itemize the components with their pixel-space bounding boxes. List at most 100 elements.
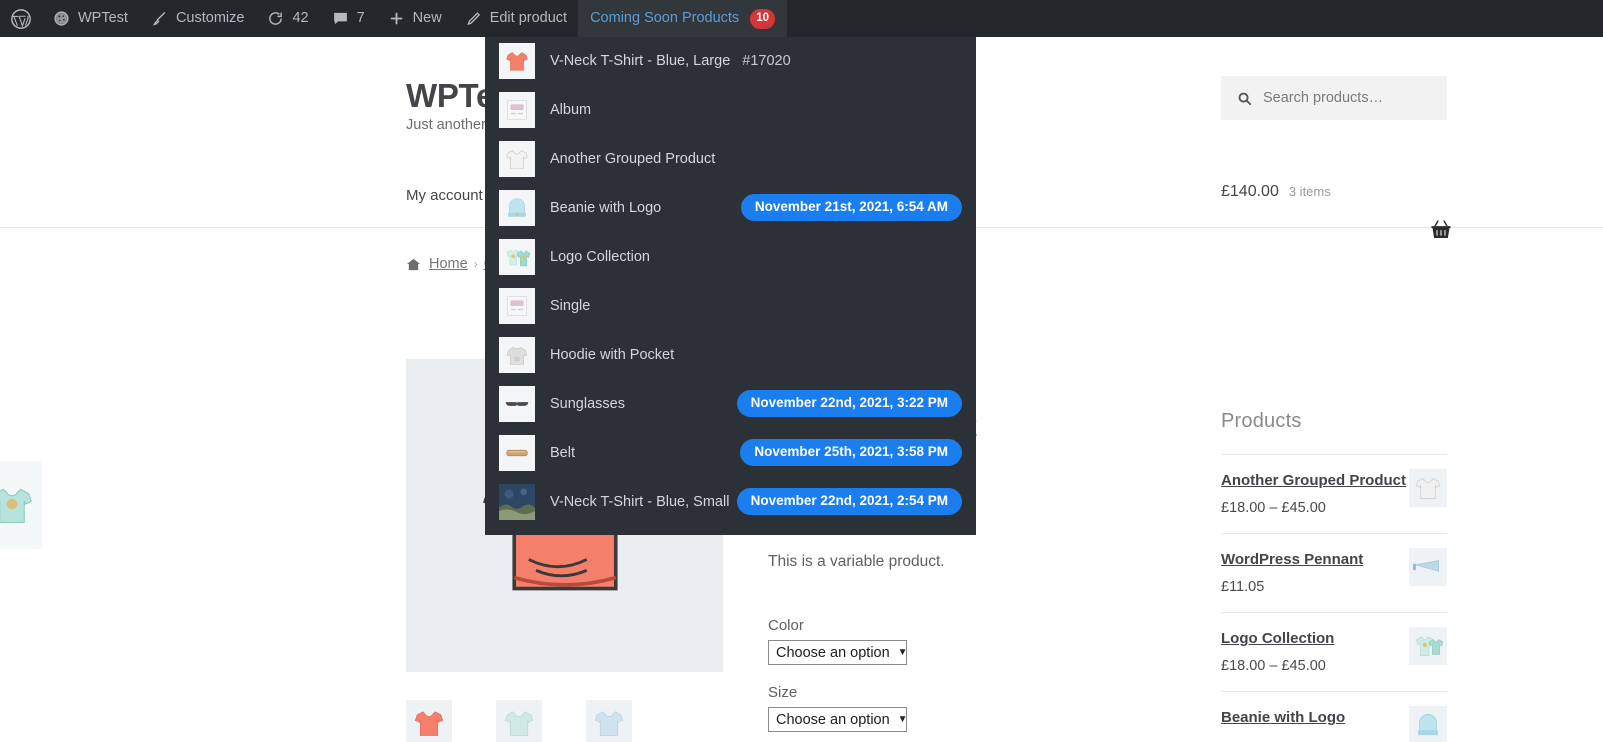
coming-soon-item-date-badge[interactable]: November 25th, 2021, 3:58 PM bbox=[740, 439, 962, 466]
coming-soon-item[interactable]: Single bbox=[485, 281, 976, 330]
variation-select-size[interactable]: Choose an option ▼ bbox=[768, 707, 908, 732]
hoodie-icon bbox=[499, 336, 535, 373]
adminbar-item-site-name[interactable]: WPTest bbox=[41, 0, 139, 37]
belt-icon bbox=[499, 434, 535, 471]
coming-soon-item-date-badge[interactable]: November 22nd, 2021, 3:22 PM bbox=[736, 390, 962, 417]
coming-soon-item[interactable]: Beanie with Logo November 21st, 2021, 6:… bbox=[485, 183, 976, 232]
coming-soon-item[interactable]: V-Neck T-Shirt - Blue, Small #17022 Nove… bbox=[485, 477, 976, 526]
adminbar-edit-product-label: Edit product bbox=[489, 10, 568, 27]
sidebar-product-thumbnail[interactable] bbox=[1409, 548, 1447, 586]
tshirt-mint-icon bbox=[0, 488, 32, 524]
tshirt-blue-icon bbox=[594, 711, 624, 736]
sidebar-products-widget: Products Another Grouped Product £18.00 … bbox=[1221, 410, 1447, 742]
adminbar-comments-count: 7 bbox=[356, 10, 365, 27]
pennant-icon bbox=[1413, 560, 1439, 572]
single-icon bbox=[499, 287, 535, 324]
variation-label-color: Color bbox=[768, 617, 804, 634]
search-input-placeholder: Search products… bbox=[1263, 90, 1384, 106]
nav-my-account[interactable]: My account bbox=[406, 187, 483, 204]
sidebar-product-thumbnail[interactable] bbox=[1409, 627, 1447, 665]
product-gallery-thumbnails bbox=[406, 700, 632, 742]
coming-soon-item-date-badge[interactable]: November 21st, 2021, 6:54 AM bbox=[740, 194, 962, 221]
adminbar-item-edit-product[interactable]: Edit product bbox=[453, 0, 578, 37]
logo-collection-icon bbox=[499, 238, 535, 275]
gallery-thumb-3[interactable] bbox=[586, 700, 632, 742]
coming-soon-products-dropdown: V-Neck T-Shirt - Blue, Large #17020 Albu… bbox=[485, 32, 976, 535]
coming-soon-item[interactable]: Belt November 25th, 2021, 3:58 PM bbox=[485, 428, 976, 477]
coming-soon-item-date-badge[interactable]: November 22nd, 2021, 2:54 PM bbox=[736, 488, 962, 515]
dashboard-icon bbox=[52, 9, 71, 28]
tshirt-mint-icon bbox=[504, 711, 534, 736]
beanie-icon bbox=[1417, 714, 1439, 736]
basket-icon[interactable] bbox=[1430, 220, 1452, 245]
search-products-input[interactable]: Search products… bbox=[1221, 76, 1447, 120]
coming-soon-item-name: Beanie with Logo bbox=[550, 199, 662, 216]
coming-soon-item-name: Belt bbox=[550, 444, 575, 461]
pencil-icon bbox=[464, 9, 483, 28]
breadcrumb-separator: › bbox=[473, 257, 478, 271]
coming-soon-item[interactable]: Logo Collection bbox=[485, 232, 976, 281]
coming-soon-item-name: Single bbox=[550, 297, 591, 314]
coming-soon-item-name: V-Neck T-Shirt - Blue, Small bbox=[550, 493, 730, 510]
coming-soon-item-name: Album bbox=[550, 101, 592, 118]
beanie-icon bbox=[499, 189, 535, 226]
variation-label-size: Size bbox=[768, 684, 798, 701]
adminbar-item-comments[interactable]: 7 bbox=[320, 0, 376, 37]
variation-select-color[interactable]: Choose an option ▼ bbox=[768, 640, 908, 665]
gallery-thumb-1[interactable] bbox=[406, 700, 452, 742]
cart-summary[interactable]: £140.00 3 items bbox=[1221, 183, 1447, 201]
breadcrumb: Home › C bbox=[406, 256, 494, 272]
product-short-description: This is a variable product. bbox=[768, 553, 945, 570]
sidebar-product-thumbnail[interactable] bbox=[1409, 706, 1447, 742]
tshirt-coral-icon bbox=[499, 42, 535, 79]
coming-soon-item-name: Hoodie with Pocket bbox=[550, 346, 675, 363]
comment-icon bbox=[331, 9, 350, 28]
page-root: WPTest Customize 42 7 New Edit product C… bbox=[0, 0, 1603, 742]
coming-soon-item-name: Another Grouped Product bbox=[550, 150, 716, 167]
adminbar-site-name-label: WPTest bbox=[78, 10, 128, 27]
coming-soon-item[interactable]: Album bbox=[485, 85, 976, 134]
adminbar-item-new[interactable]: New bbox=[376, 0, 453, 37]
cart-total: £140.00 bbox=[1221, 183, 1279, 200]
adminbar-new-label: New bbox=[412, 10, 442, 27]
paintbrush-icon bbox=[150, 9, 169, 28]
floating-product-thumbnail[interactable] bbox=[0, 461, 42, 549]
tshirt-grey-icon bbox=[499, 140, 535, 177]
coming-soon-item[interactable]: Another Grouped Product bbox=[485, 134, 976, 183]
coming-soon-item[interactable]: Sunglasses November 22nd, 2021, 3:22 PM bbox=[485, 379, 976, 428]
sidebar-product-price: £18.00 – £45.00 bbox=[1221, 500, 1326, 516]
coming-soon-item-name: Logo Collection bbox=[550, 248, 650, 265]
sidebar-product-price: £11.05 bbox=[1221, 579, 1265, 595]
adminbar-wordpress-logo[interactable] bbox=[0, 0, 41, 37]
logo-collection-icon bbox=[1415, 636, 1444, 656]
sidebar-product-item[interactable]: Another Grouped Product £18.00 – £45.00 bbox=[1221, 455, 1447, 534]
adminbar-coming-soon-label: Coming Soon Products bbox=[590, 10, 740, 27]
sidebar-product-thumbnail[interactable] bbox=[1409, 469, 1447, 507]
wordpress-logo-icon bbox=[10, 8, 32, 30]
adminbar-customize-label: Customize bbox=[175, 10, 245, 27]
sidebar-product-item[interactable]: WordPress Pennant £11.05 bbox=[1221, 534, 1447, 613]
home-icon bbox=[406, 257, 421, 272]
chevron-down-icon: ▼ bbox=[897, 647, 908, 658]
wp-admin-bar: WPTest Customize 42 7 New Edit product C… bbox=[0, 0, 1603, 37]
adminbar-updates-count: 42 bbox=[292, 10, 309, 27]
vneck-photo-icon bbox=[499, 483, 535, 520]
sidebar-product-item[interactable]: Beanie with Logo bbox=[1221, 692, 1447, 742]
gallery-thumb-2[interactable] bbox=[496, 700, 542, 742]
coming-soon-item-name: V-Neck T-Shirt - Blue, Large bbox=[550, 52, 731, 69]
adminbar-item-coming-soon-products[interactable]: Coming Soon Products 10 bbox=[578, 0, 787, 37]
sidebar-product-item[interactable]: Logo Collection £18.00 – £45.00 bbox=[1221, 613, 1447, 692]
adminbar-item-customize[interactable]: Customize bbox=[139, 0, 256, 37]
coming-soon-item[interactable]: V-Neck T-Shirt - Blue, Large #17020 bbox=[485, 36, 976, 85]
sidebar-product-price: £18.00 – £45.00 bbox=[1221, 658, 1326, 674]
adminbar-item-updates[interactable]: 42 bbox=[255, 0, 319, 37]
breadcrumb-link-home[interactable]: Home bbox=[429, 256, 468, 272]
coming-soon-count-badge: 10 bbox=[750, 8, 775, 29]
sunglasses-icon bbox=[499, 385, 535, 422]
tshirt-grey-icon bbox=[1415, 478, 1441, 499]
tshirt-coral-icon bbox=[414, 711, 444, 736]
coming-soon-item-sku: #17020 bbox=[742, 52, 791, 69]
album-icon bbox=[499, 91, 535, 128]
chevron-down-icon: ▼ bbox=[897, 714, 908, 725]
coming-soon-item[interactable]: Hoodie with Pocket bbox=[485, 330, 976, 379]
